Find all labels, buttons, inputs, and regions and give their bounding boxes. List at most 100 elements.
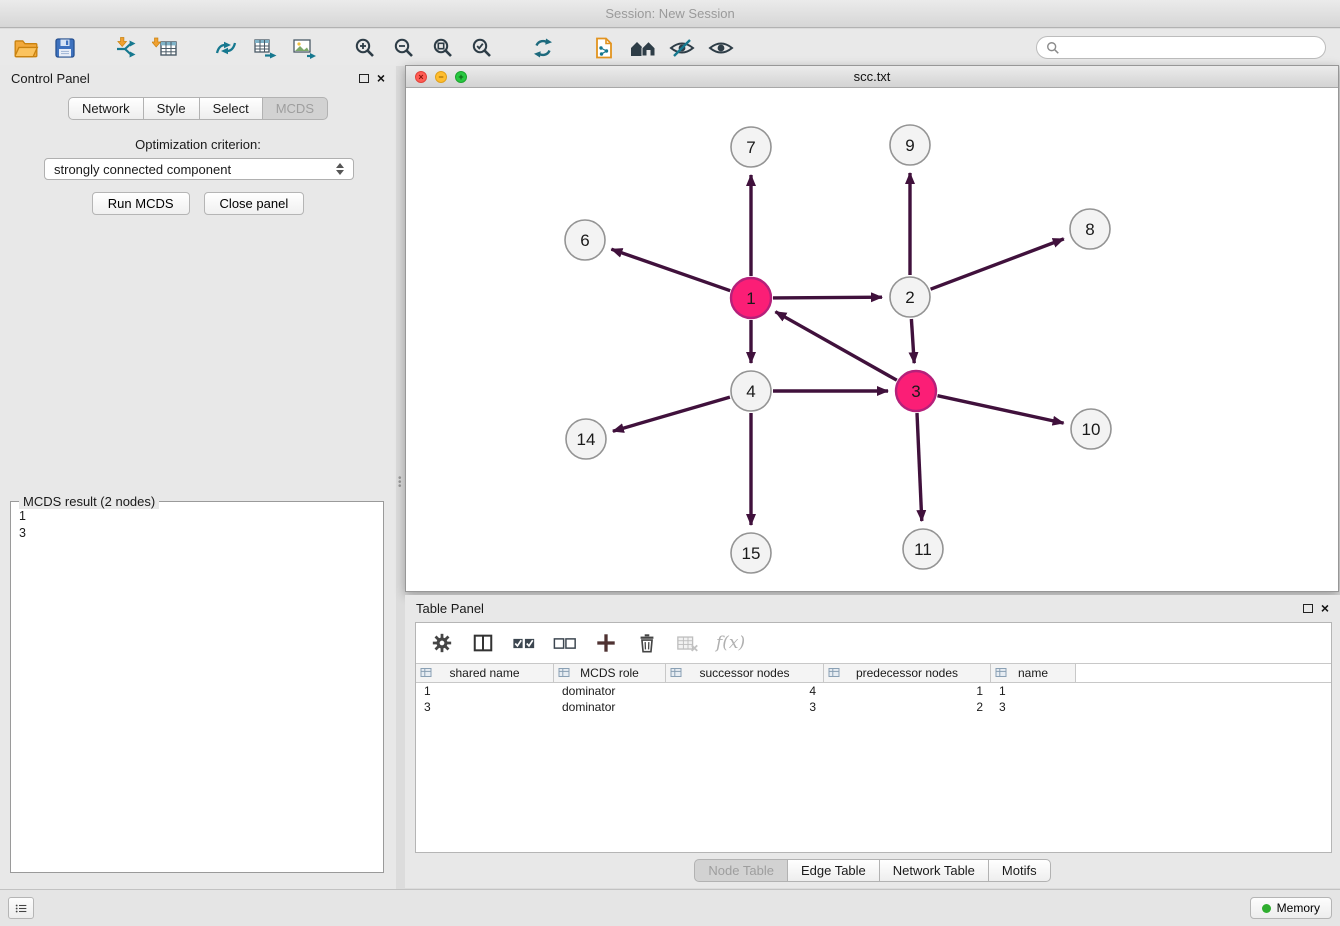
close-table-panel-icon[interactable]: × bbox=[1321, 602, 1329, 614]
table-row[interactable]: 3dominator323 bbox=[416, 699, 1331, 715]
edge-3-11[interactable] bbox=[917, 413, 922, 521]
copy-network-button[interactable] bbox=[588, 33, 620, 63]
edge-2-3[interactable] bbox=[911, 319, 914, 363]
zoom-fit-button[interactable] bbox=[427, 33, 459, 63]
node-15[interactable]: 15 bbox=[731, 533, 771, 573]
close-panel-icon[interactable]: × bbox=[377, 72, 385, 84]
table-cell: dominator bbox=[554, 700, 666, 714]
node-7[interactable]: 7 bbox=[731, 127, 771, 167]
node-1[interactable]: 1 bbox=[731, 278, 771, 318]
function-builder-button[interactable]: f(x) bbox=[716, 633, 745, 653]
tab-select[interactable]: Select bbox=[199, 97, 263, 120]
control-panel-header: Control Panel × bbox=[0, 65, 396, 91]
deselect-all-button[interactable] bbox=[552, 630, 578, 656]
new-network-button[interactable] bbox=[210, 33, 242, 63]
close-window-button[interactable]: × bbox=[415, 71, 427, 83]
zoom-fit-icon bbox=[431, 36, 455, 60]
column-header-shared-name[interactable]: shared name bbox=[416, 664, 554, 682]
table-tab-network-table[interactable]: Network Table bbox=[879, 859, 989, 882]
run-mcds-button[interactable]: Run MCDS bbox=[92, 192, 190, 215]
network-graph[interactable]: 7 9 6 8 1 2 4 3 14 10 15 11 bbox=[406, 89, 1338, 593]
zoom-in-button[interactable] bbox=[349, 33, 381, 63]
show-graphics-button[interactable] bbox=[705, 33, 737, 63]
tab-network[interactable]: Network bbox=[68, 97, 144, 120]
list-icon bbox=[15, 902, 27, 915]
import-table-button[interactable] bbox=[149, 33, 181, 63]
edge-3-1[interactable] bbox=[775, 312, 896, 381]
add-row-button[interactable] bbox=[593, 630, 619, 656]
new-table-button[interactable] bbox=[249, 33, 281, 63]
table-rows: 1dominator4113dominator323 bbox=[416, 683, 1331, 715]
result-line: 1 bbox=[19, 508, 375, 525]
table-panel-header: Table Panel × bbox=[405, 595, 1340, 621]
show-columns-button[interactable] bbox=[470, 630, 496, 656]
table-tab-node-table[interactable]: Node Table bbox=[694, 859, 788, 882]
main-toolbar bbox=[0, 29, 1340, 66]
eye-icon bbox=[708, 36, 734, 60]
search-box[interactable] bbox=[1036, 36, 1326, 59]
tab-style[interactable]: Style bbox=[143, 97, 200, 120]
table-cell: 1 bbox=[824, 684, 991, 698]
mcds-result-box: MCDS result (2 nodes) 13 bbox=[10, 501, 384, 873]
column-header-label: name bbox=[1018, 666, 1048, 680]
table-cell: 3 bbox=[991, 700, 1076, 714]
network-window-titlebar[interactable]: × − + scc.txt bbox=[406, 66, 1338, 88]
open-session-button[interactable] bbox=[10, 33, 42, 63]
edge-3-10[interactable] bbox=[938, 396, 1064, 423]
column-header-label: shared name bbox=[449, 666, 519, 680]
zoom-window-button[interactable]: + bbox=[455, 71, 467, 83]
edge-1-6[interactable] bbox=[611, 249, 730, 291]
close-panel-button[interactable]: Close panel bbox=[204, 192, 305, 215]
column-header-predecessor-nodes[interactable]: predecessor nodes bbox=[824, 664, 991, 682]
network-canvas[interactable]: 7 9 6 8 1 2 4 3 14 10 15 11 bbox=[406, 89, 1338, 591]
export-image-button[interactable] bbox=[288, 33, 320, 63]
table-row[interactable]: 1dominator411 bbox=[416, 683, 1331, 699]
table-tab-motifs[interactable]: Motifs bbox=[988, 859, 1051, 882]
node-4[interactable]: 4 bbox=[731, 371, 771, 411]
svg-text:3: 3 bbox=[911, 382, 920, 401]
float-panel-icon[interactable] bbox=[359, 74, 369, 83]
split-columns-icon bbox=[472, 632, 494, 654]
column-header-label: MCDS role bbox=[580, 666, 639, 680]
delete-table-icon bbox=[676, 634, 700, 653]
column-header-name[interactable]: name bbox=[991, 664, 1076, 682]
minimize-window-button[interactable]: − bbox=[435, 71, 447, 83]
save-session-button[interactable] bbox=[49, 33, 81, 63]
node-2[interactable]: 2 bbox=[890, 277, 930, 317]
delete-row-button[interactable] bbox=[634, 630, 660, 656]
criterion-dropdown[interactable]: strongly connected component bbox=[44, 158, 354, 180]
node-9[interactable]: 9 bbox=[890, 125, 930, 165]
zoom-selected-icon bbox=[470, 36, 494, 60]
node-14[interactable]: 14 bbox=[566, 419, 606, 459]
hide-style-button[interactable] bbox=[666, 33, 698, 63]
search-icon bbox=[1046, 41, 1060, 55]
task-history-button[interactable] bbox=[8, 897, 34, 919]
edge-2-8[interactable] bbox=[931, 239, 1064, 289]
zoom-selected-button[interactable] bbox=[466, 33, 498, 63]
edge-4-14[interactable] bbox=[613, 397, 730, 431]
svg-text:6: 6 bbox=[580, 231, 589, 250]
select-all-button[interactable] bbox=[511, 630, 537, 656]
float-table-panel-icon[interactable] bbox=[1303, 604, 1313, 613]
column-header-successor-nodes[interactable]: successor nodes bbox=[666, 664, 824, 682]
node-10[interactable]: 10 bbox=[1071, 409, 1111, 449]
home-gallery-button[interactable] bbox=[627, 33, 659, 63]
search-input[interactable] bbox=[1065, 39, 1316, 56]
node-8[interactable]: 8 bbox=[1070, 209, 1110, 249]
edge-1-2[interactable] bbox=[773, 297, 882, 298]
memory-button[interactable]: Memory bbox=[1250, 897, 1332, 919]
import-network-button[interactable] bbox=[110, 33, 142, 63]
panel-splitter[interactable]: ••• bbox=[396, 65, 404, 889]
node-3[interactable]: 3 bbox=[896, 371, 936, 411]
network-window: × − + scc.txt 7 9 6 8 1 2 4 3 14 10 15 11 bbox=[405, 65, 1339, 592]
node-11[interactable]: 11 bbox=[903, 529, 943, 569]
table-settings-button[interactable] bbox=[429, 630, 455, 656]
tab-mcds[interactable]: MCDS bbox=[262, 97, 328, 120]
delete-table-button[interactable] bbox=[675, 630, 701, 656]
table-tab-edge-table[interactable]: Edge Table bbox=[787, 859, 880, 882]
refresh-layout-button[interactable] bbox=[527, 33, 559, 63]
zoom-out-button[interactable] bbox=[388, 33, 420, 63]
node-6[interactable]: 6 bbox=[565, 220, 605, 260]
column-header-mcds-role[interactable]: MCDS role bbox=[554, 664, 666, 682]
table-cell: 3 bbox=[416, 700, 554, 714]
